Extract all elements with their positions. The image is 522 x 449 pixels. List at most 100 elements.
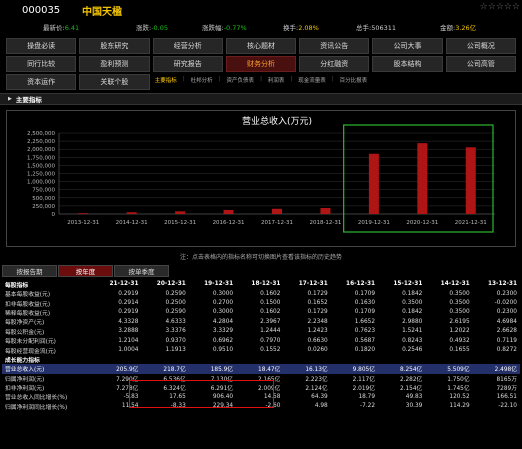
- cell-value: 2.498亿: [472, 364, 520, 374]
- favorite-stars-icon[interactable]: ☆☆☆☆☆: [480, 2, 520, 12]
- row-label[interactable]: 成长能力指标: [2, 355, 94, 364]
- period-tab[interactable]: 按单季度: [114, 265, 169, 277]
- table-row[interactable]: 营业总收入(元) 205.9亿 218.7亿 185.9亿 18.47亿 16.13亿 9.…: [2, 364, 520, 374]
- subtab[interactable]: 现金流量表: [295, 76, 329, 88]
- collapse-arrow-icon[interactable]: ▶: [8, 96, 12, 102]
- subtab-divider: |: [331, 76, 334, 82]
- cell-value: 16-12-31: [346, 281, 376, 287]
- cell-value: 20-12-31: [156, 281, 186, 287]
- period-tab[interactable]: 按年度: [58, 265, 113, 277]
- cell-value: 0.3500: [449, 300, 470, 307]
- cell-value: 0.1602: [260, 290, 281, 297]
- cell-value: 0.1652: [307, 300, 328, 307]
- subtab[interactable]: 资产负债表: [224, 76, 258, 88]
- row-label[interactable]: 每股净资产(元): [2, 317, 94, 326]
- stock-header: 000035 中国天楹 ☆☆☆☆☆: [0, 0, 522, 20]
- nav-item[interactable]: 盈利预测: [79, 56, 150, 72]
- row-label[interactable]: 每股公积金(元): [2, 327, 94, 336]
- period-tabs: 按报告期 按年度 按单季度: [2, 265, 170, 277]
- row-label[interactable]: 基本每股收益(元): [2, 289, 94, 298]
- cell-value: 0.2914: [118, 300, 139, 307]
- chart-note: 注：点击表格内的指标名称可切换图片查看该指标的历史趋势: [179, 254, 342, 261]
- change: 涨跌:-0.05: [136, 24, 169, 32]
- cell-value: 6.536亿: [163, 376, 186, 383]
- nav-item[interactable]: 资讯公告: [299, 38, 370, 54]
- cell-value: 229.34: [212, 403, 234, 410]
- bar: [368, 153, 379, 214]
- nav-item[interactable]: 研究报告: [152, 56, 223, 72]
- row-label[interactable]: 营业总收入(元): [2, 364, 95, 374]
- table-row[interactable]: 归属净利润同比增长(%) 11.54 -8.33 229.34 -2.60 4.98 -7.…: [2, 402, 520, 411]
- nav-item[interactable]: 公司概况: [445, 38, 516, 54]
- cell-value: 0.7623: [354, 328, 376, 335]
- cell-value: 30.39: [405, 403, 423, 410]
- table-row[interactable]: 每股公积金(元) 3.2888 3.3376 3.3329 1.2444 1.2423 0.…: [2, 327, 520, 336]
- row-label[interactable]: 归属净利润(元): [2, 374, 94, 383]
- table-row[interactable]: 每股净资产(元) 4.3328 4.6333 4.2804 2.3967 2.2348 1.…: [2, 317, 520, 327]
- table-row[interactable]: 归属净利润(元) 7.290亿 6.536亿 7.130亿 2.165亿 2.223亿 2.…: [2, 374, 520, 383]
- cell-value: 0.2546: [402, 347, 423, 354]
- subtab[interactable]: 利润表: [265, 76, 288, 88]
- table-row[interactable]: 营业总收入同比增长(%) -5.83 17.65 906.40 14.58 64.39 18…: [2, 392, 520, 402]
- y-tick-label: 1,750,000: [27, 155, 55, 161]
- table-row[interactable]: 每股未分配利润(元) 1.2104 0.9370 0.6962 0.7970 0.6630…: [2, 336, 520, 346]
- cell-value: 0.9510: [212, 347, 234, 354]
- row-label[interactable]: 每股未分配利润(元): [2, 336, 94, 345]
- cell-value: 0.4932: [449, 337, 470, 344]
- cell-value: [378, 355, 425, 364]
- cell-value: 2.6628: [496, 328, 517, 335]
- cell-value: 1.6652: [354, 318, 376, 325]
- row-label[interactable]: 扣非净利润(元): [2, 383, 94, 392]
- volume: 总手:506311: [356, 24, 397, 32]
- cell-value: 17-12-31: [298, 281, 328, 287]
- cell-value: 1.2104: [118, 337, 139, 344]
- subtab[interactable]: 主要指标: [152, 76, 180, 88]
- nav-item[interactable]: 核心题材: [225, 38, 297, 54]
- chart-title: 营业总收入(万元): [242, 115, 312, 127]
- cell-value: 4.3328: [118, 318, 139, 325]
- cell-value: 7.278亿: [116, 386, 139, 393]
- nav-item[interactable]: 股本结构: [372, 56, 443, 72]
- row-label[interactable]: 稀释每股收益(元): [2, 308, 94, 317]
- chart-svg: 营业总收入(万元) 0 250,000 500,000 750,000 1,000,000…: [27, 115, 495, 233]
- cell-value: 1.2423: [307, 328, 328, 335]
- cell-value: 5.509亿: [425, 364, 473, 374]
- table-row[interactable]: 稀释每股收益(元) 0.2919 0.2590 0.3000 0.1602 0.1729 0…: [2, 308, 520, 317]
- cell-value: 18.79: [358, 393, 376, 400]
- group-header[interactable]: 成长能力指标: [2, 355, 520, 364]
- cell-value: 4.6984: [496, 318, 517, 325]
- row-label[interactable]: 扣非每股收益(元): [2, 298, 94, 308]
- nav-item[interactable]: 公司大事: [372, 38, 443, 54]
- cell-value: 8165万: [496, 376, 517, 383]
- table-header[interactable]: 每股指标 21-12-31 20-12-31 19-12-31 18-12-31 17-1…: [2, 279, 520, 289]
- section-header[interactable]: ▶ 主要指标: [0, 93, 522, 105]
- cell-value: 0.7970: [260, 337, 281, 344]
- cell-value: -22.10: [498, 403, 517, 410]
- cell-value: 2.2348: [307, 318, 328, 325]
- subtab[interactable]: 杜邦分析: [188, 76, 216, 88]
- subtab[interactable]: 百分比报表: [337, 76, 371, 88]
- row-label[interactable]: 营业总收入同比增长(%): [2, 392, 94, 401]
- x-tick-label: 2015-12-31: [164, 220, 196, 226]
- nav-item[interactable]: 股东研究: [79, 38, 150, 54]
- change-pct: 涨跌幅:-0.77%: [202, 24, 247, 32]
- table-row[interactable]: 基本每股收益(元) 0.2919 0.2590 0.3000 0.1602 0.1729 0…: [2, 289, 520, 299]
- table-row[interactable]: 扣非每股收益(元) 0.2914 0.2500 0.2700 0.1500 0.1652 0…: [2, 298, 520, 308]
- cell-value: 7.290亿: [116, 376, 139, 383]
- nav-item[interactable]: 同行比较: [6, 56, 77, 72]
- cell-value: 0.6630: [307, 337, 328, 344]
- table-row[interactable]: 扣非净利润(元) 7.278亿 6.324亿 6.291亿 2.009亿 2.124亿 2.…: [2, 383, 520, 392]
- period-tab[interactable]: 按报告期: [2, 265, 57, 277]
- row-label[interactable]: 每股经营现金流(元): [2, 345, 94, 355]
- nav-item[interactable]: 财务分析: [225, 56, 297, 72]
- row-label[interactable]: 归属净利润同比增长(%): [2, 402, 94, 411]
- nav-item[interactable]: 经营分析: [152, 38, 223, 54]
- row-label[interactable]: 每股指标: [2, 279, 94, 289]
- cell-value: -5.83: [123, 393, 139, 400]
- nav-item[interactable]: 公司高管: [445, 56, 516, 72]
- nav-item[interactable]: 分红融资: [299, 56, 370, 72]
- table-row[interactable]: 每股经营现金流(元) 1.0004 1.1913 0.9510 0.1552 0.0260…: [2, 345, 520, 355]
- cell-value: 1.745亿: [447, 386, 470, 393]
- cell-value: 166.51: [496, 393, 517, 400]
- nav-item[interactable]: 操盘必读: [6, 38, 77, 54]
